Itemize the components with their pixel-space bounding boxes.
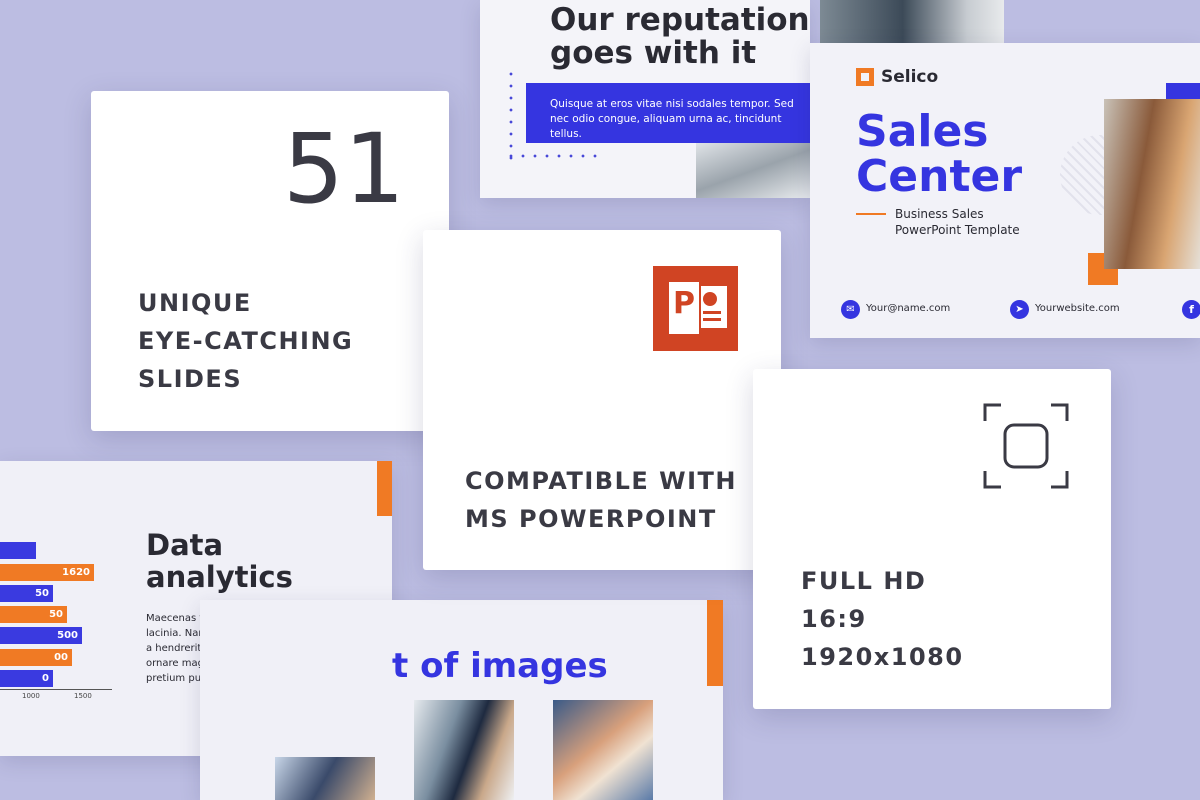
card-full-hd: FULL HD 16:9 1920x1080 xyxy=(753,369,1111,709)
laptop-man-photo xyxy=(414,700,514,800)
reputation-title: Our reputation goes with it xyxy=(550,2,810,71)
analytics-title: Data analytics xyxy=(146,528,293,594)
hands-photo xyxy=(553,700,653,800)
slide-accent-orange xyxy=(377,461,392,516)
sales-subtitle: Business Sales PowerPoint Template xyxy=(895,207,1020,237)
woman-portrait-photo xyxy=(1104,99,1200,269)
business-people-photo xyxy=(820,0,1004,44)
chart-bar: 50 xyxy=(0,606,67,623)
office-stairs-photo xyxy=(696,143,810,198)
slide-accent-orange xyxy=(707,600,723,686)
chart-bar: 00 xyxy=(0,649,72,666)
chart-bar: 500 xyxy=(0,627,82,644)
card-51-label: UNIQUE EYE-CATCHING SLIDES xyxy=(138,289,354,393)
reputation-slide: Our reputation goes with it Quisque at e… xyxy=(480,0,810,198)
images-slide: t of images xyxy=(200,600,723,800)
website-text: Yourwebsite.com xyxy=(1035,303,1120,314)
dot-grid xyxy=(505,150,605,162)
images-title: t of images xyxy=(392,646,608,686)
compatible-label: COMPATIBLE WITH MS POWERPOINT xyxy=(465,467,737,533)
email-icon: ✉ xyxy=(841,300,860,319)
photo-accent-blue xyxy=(1166,83,1200,99)
subtitle-rule xyxy=(856,213,886,215)
slide-count: 51 xyxy=(282,113,405,225)
chart-bar: 1620 xyxy=(0,564,94,581)
chart-axis xyxy=(0,689,112,690)
tablet-photo xyxy=(275,757,375,800)
brand-name: Selico xyxy=(881,67,939,87)
fullscreen-icon xyxy=(983,403,1069,489)
email-text: Your@name.com xyxy=(866,303,951,314)
powerpoint-icon: P xyxy=(653,266,738,351)
reputation-callout: Quisque at eros vitae nisi sodales tempo… xyxy=(526,83,810,143)
axis-tick-label: 1500 xyxy=(74,692,92,700)
card-51-slides: 51 UNIQUE EYE-CATCHING SLIDES xyxy=(91,91,449,431)
selico-logo-icon xyxy=(856,68,874,86)
facebook-icon: f xyxy=(1182,300,1200,319)
full-hd-label: FULL HD 16:9 1920x1080 xyxy=(801,567,964,671)
chart-bar xyxy=(0,542,36,559)
cursor-icon: ➤ xyxy=(1010,300,1029,319)
sales-center-slide: Selico Sales Center Business Sales Power… xyxy=(810,43,1200,338)
chart-bar: 50 xyxy=(0,585,53,602)
card-compatible: P COMPATIBLE WITH MS POWERPOINT xyxy=(423,230,781,570)
axis-tick-label: 1000 xyxy=(22,692,40,700)
chart-bar: 0 xyxy=(0,670,53,687)
sales-title: Sales Center xyxy=(856,106,1023,202)
